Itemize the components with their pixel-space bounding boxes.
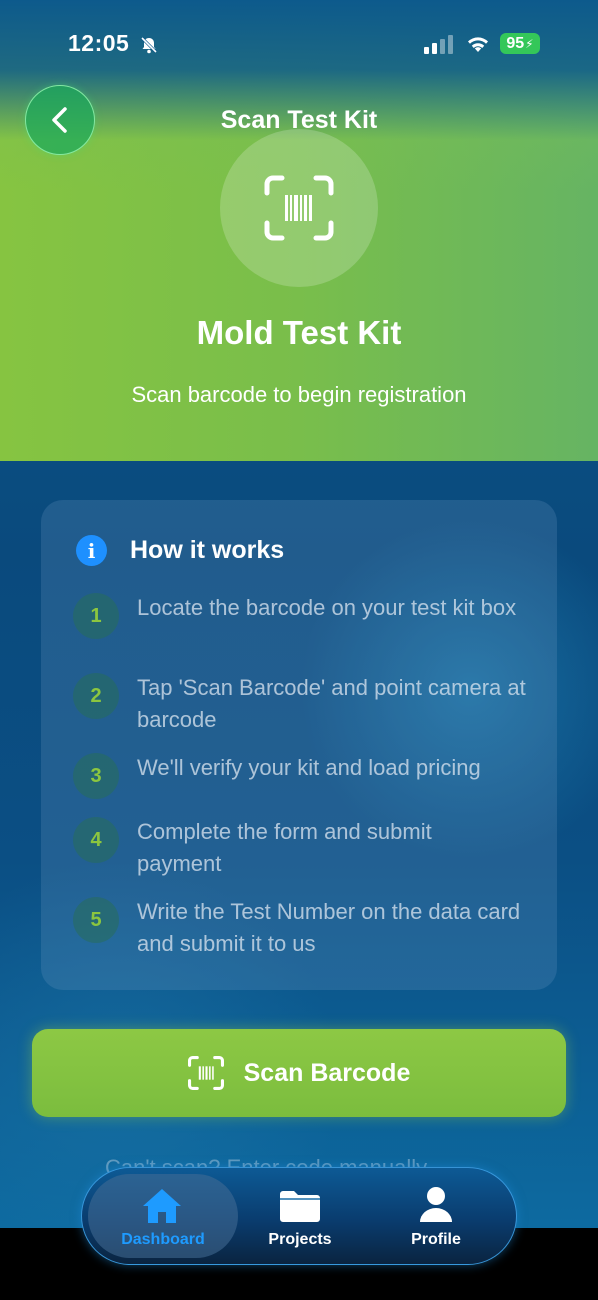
tab-label: Dashboard	[121, 1231, 205, 1248]
how-it-works-title: How it works	[130, 536, 285, 564]
person-icon	[420, 1187, 452, 1222]
tab-label: Profile	[411, 1231, 461, 1248]
step-text: Tap 'Scan Barcode' and point camera at b…	[137, 675, 526, 732]
step-number: 1	[73, 593, 119, 639]
tab-label: Projects	[268, 1231, 332, 1248]
bell-muted-icon	[140, 36, 158, 59]
barcode-scan-icon	[187, 1056, 224, 1090]
info-icon: i	[76, 535, 107, 566]
scan-barcode-button[interactable]: Scan Barcode	[32, 1029, 566, 1117]
step-number: 3	[73, 753, 119, 799]
cellular-signal-icon	[424, 34, 454, 59]
step-text: We'll verify your kit and load pricing	[137, 755, 481, 780]
status-time: 12:05	[68, 30, 130, 56]
kit-subtitle: Scan barcode to begin registration	[131, 382, 467, 407]
step-number: 5	[73, 897, 119, 943]
wifi-icon	[466, 34, 490, 59]
barcode-scan-icon	[264, 175, 334, 241]
kit-title: Mold Test Kit	[196, 314, 402, 351]
step-number: 4	[73, 817, 119, 863]
scan-barcode-label: Scan Barcode	[243, 1058, 411, 1087]
tab-projects[interactable]: Projects	[245, 1174, 355, 1258]
step-text: Complete the form and submit payment	[137, 819, 432, 876]
tab-dashboard[interactable]: Dashboard	[88, 1174, 238, 1258]
tab-profile[interactable]: Profile	[380, 1174, 492, 1258]
house-icon	[143, 1189, 181, 1223]
battery-indicator: 95 ⚡	[500, 33, 540, 54]
step-text: Write the Test Number on the data card a…	[137, 899, 521, 956]
barcode-icon-circle	[220, 129, 378, 287]
step-number: 2	[73, 673, 119, 719]
folder-icon	[280, 1191, 320, 1222]
step-text: Locate the barcode on your test kit box	[137, 595, 517, 620]
